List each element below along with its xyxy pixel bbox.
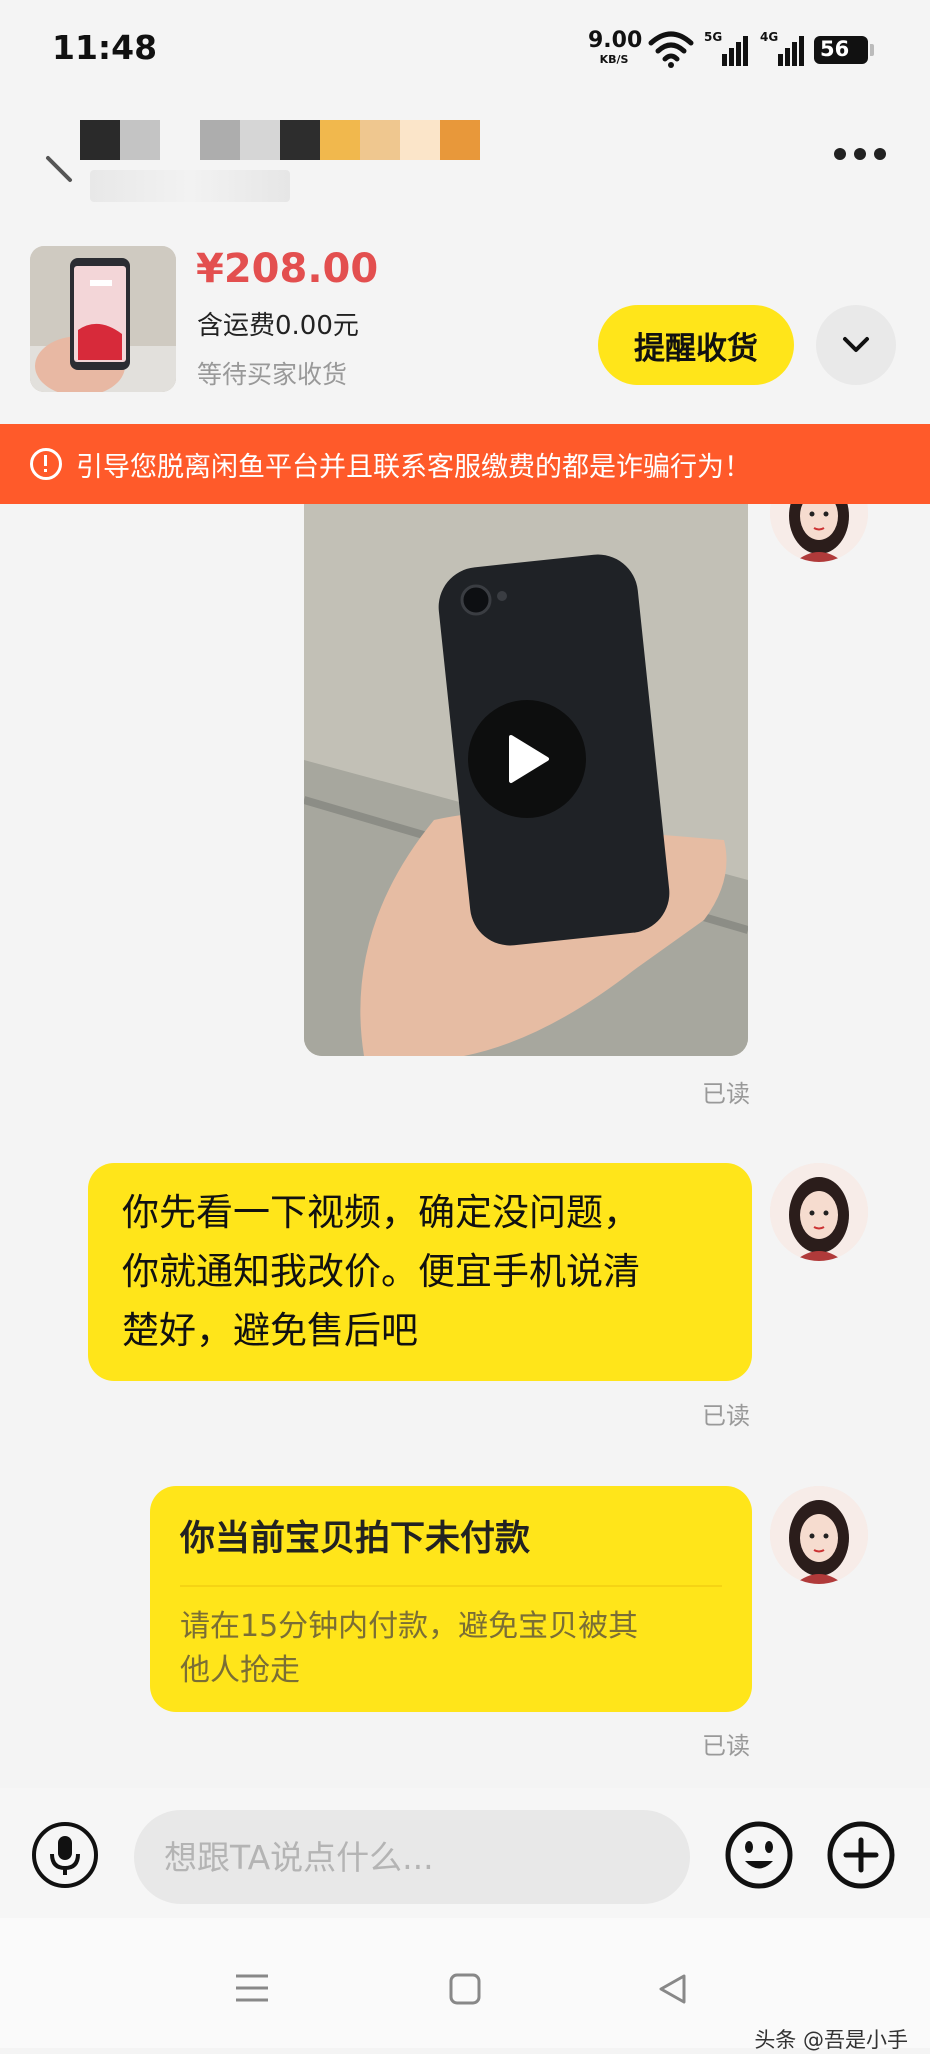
message-input[interactable] (134, 1810, 690, 1904)
home-icon[interactable] (448, 1972, 482, 2006)
voice-input-button[interactable] (32, 1822, 98, 1888)
payment-reminder-card[interactable]: 你当前宝贝拍下未付款 请在15分钟内付款，避免宝贝被其 他人抢走 (150, 1486, 752, 1712)
avatar[interactable] (770, 1163, 868, 1261)
product-thumbnail[interactable] (30, 246, 176, 392)
emoji-icon[interactable] (724, 1820, 794, 1890)
read-status: 已读 (702, 1080, 750, 1108)
card-divider (180, 1585, 722, 1587)
product-price: ¥208.00 (196, 246, 379, 292)
microphone-icon (50, 1836, 80, 1875)
card-body-line: 请在15分钟内付款，避免宝贝被其 (180, 1609, 639, 1644)
back-nav-icon[interactable] (656, 1972, 690, 2006)
expand-button[interactable] (816, 305, 896, 385)
message-line: 你就通知我改价。便宜手机说清 (122, 1250, 640, 1293)
avatar[interactable] (770, 1486, 868, 1584)
warning-icon (30, 448, 62, 480)
order-status: 等待买家收货 (197, 360, 348, 389)
card-body-line: 他人抢走 (180, 1653, 300, 1688)
battery-icon: 56 (814, 36, 874, 64)
wifi-icon (648, 31, 694, 68)
seller-subtitle-blurred (90, 170, 290, 202)
message-line: 你先看一下视频，确定没问题， (122, 1191, 640, 1234)
card-title: 你当前宝贝拍下未付款 (180, 1519, 531, 1559)
remind-receipt-button[interactable]: 提醒收货 (598, 305, 794, 385)
battery-level: 56 (820, 37, 850, 61)
watermark: 头条 @吾是小手 (754, 2028, 908, 2052)
card-body: 请在15分钟内付款，避免宝贝被其 他人抢走 (180, 1605, 722, 1693)
network-speed: 9.00 KB/S (588, 28, 643, 66)
network-speed-value: 9.00 (588, 28, 643, 53)
network-speed-unit: KB/S (599, 53, 629, 66)
shipping-fee: 含运费0.00元 (197, 311, 359, 341)
seller-name-mosaic (80, 120, 480, 160)
read-status: 已读 (702, 1732, 750, 1760)
fraud-warning-banner: 引导您脱离闲鱼平台并且联系客服缴费的都是诈骗行为！ (0, 424, 930, 504)
plus-icon[interactable] (826, 1820, 896, 1890)
more-options-icon[interactable] (834, 148, 886, 160)
menu-icon[interactable] (234, 1972, 270, 2004)
back-icon[interactable] (44, 154, 74, 184)
play-button[interactable] (468, 700, 586, 818)
message-bubble[interactable]: 你先看一下视频，确定没问题， 你就通知我改价。便宜手机说清 楚好，避免售后吧 (88, 1163, 752, 1381)
fraud-warning-text: 引导您脱离闲鱼平台并且联系客服缴费的都是诈骗行为！ (76, 451, 751, 483)
message-line: 楚好，避免售后吧 (122, 1309, 418, 1352)
read-status: 已读 (702, 1402, 750, 1430)
chevron-down-icon (843, 337, 869, 352)
status-time: 11:48 (52, 28, 158, 67)
play-icon (509, 735, 549, 783)
